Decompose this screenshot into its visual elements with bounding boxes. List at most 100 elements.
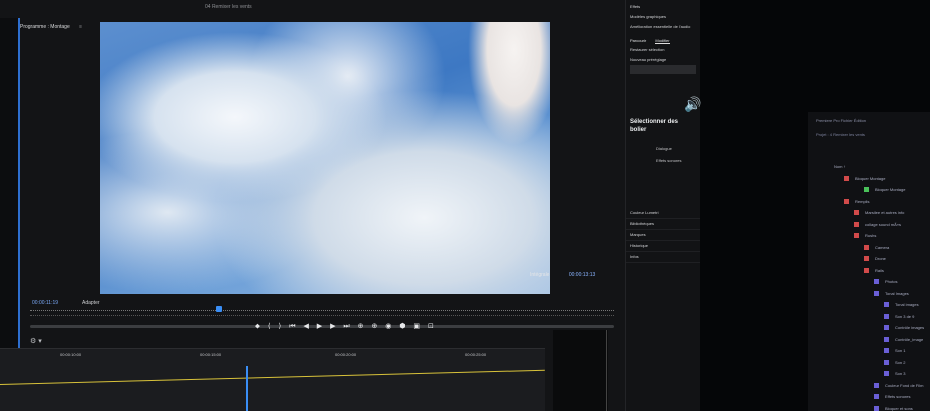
audio-header[interactable]: Amélioration essentielle de l'audio bbox=[626, 22, 700, 32]
current-timecode[interactable]: 00:00:11:19 bbox=[32, 300, 58, 306]
label-color-swatch bbox=[874, 405, 879, 411]
select-type-text: Sélectionner des bolier bbox=[630, 118, 678, 134]
project-row[interactable]: Bloquer Montage bbox=[864, 187, 906, 193]
settings-icon[interactable]: ⚙ ▾ bbox=[30, 337, 42, 345]
project-row[interactable]: Son 3 bbox=[884, 371, 906, 377]
project-row[interactable]: Marsilee et autres info bbox=[854, 210, 904, 216]
label-color-swatch bbox=[864, 187, 869, 193]
timeline-playhead[interactable] bbox=[246, 366, 248, 411]
playhead-marker[interactable] bbox=[216, 306, 222, 312]
second-monitor-title: Premiere Pro Fichier Édition bbox=[816, 118, 867, 123]
label-color-swatch bbox=[864, 267, 869, 273]
project-row-label: Nom ↑ bbox=[834, 164, 846, 169]
project-row-label: Contrôle images bbox=[895, 325, 925, 330]
project-row-label: Bloquer Montage bbox=[855, 175, 886, 181]
project-row[interactable]: Bloquer Montage bbox=[844, 176, 885, 181]
project-row[interactable]: Effets sonores bbox=[874, 394, 911, 400]
label-color-swatch bbox=[884, 359, 889, 365]
project-row[interactable]: Camera bbox=[864, 245, 889, 250]
label-color-swatch bbox=[854, 221, 859, 227]
project-row[interactable]: Tonal images bbox=[884, 302, 919, 308]
project-row-label: Tonal images bbox=[895, 302, 919, 307]
project-row-label: Drone bbox=[875, 256, 886, 261]
select-type-line: Sélectionner des bbox=[630, 119, 679, 125]
sfx-option[interactable]: Effets sonores bbox=[656, 158, 682, 163]
program-viewer[interactable] bbox=[100, 22, 550, 294]
fit-dropdown[interactable]: Intégrale bbox=[530, 272, 549, 278]
label-color-swatch bbox=[874, 382, 879, 388]
panel-sections: Couleur Lumetri Bibliothèques Marques Hi… bbox=[626, 208, 700, 263]
premiere-screen: 04 Remixer les vents Programme : Montage… bbox=[0, 0, 700, 411]
label-color-swatch bbox=[864, 244, 869, 250]
section-markers[interactable]: Marques bbox=[626, 230, 700, 241]
section-history[interactable]: Historique bbox=[626, 241, 700, 252]
project-row[interactable]: Son 2 bbox=[884, 360, 905, 365]
label-color-swatch bbox=[884, 302, 889, 308]
resolution-dropdown[interactable]: Adapter bbox=[82, 300, 100, 306]
section-libraries[interactable]: Bibliothèques bbox=[626, 219, 700, 230]
project-row[interactable]: Rails bbox=[864, 268, 884, 273]
second-monitor: Premiere Pro Fichier Édition Projet : 4 … bbox=[808, 112, 930, 411]
label-color-swatch bbox=[874, 394, 879, 400]
project-row[interactable]: Bloquer et sons bbox=[874, 406, 913, 411]
project-row-label: Couleur Fond de Film bbox=[885, 382, 924, 388]
project-row[interactable]: Son 3 de 9 bbox=[884, 314, 914, 319]
project-row[interactable]: Drone bbox=[864, 256, 886, 262]
timeline-time: 00:00:25:00 bbox=[465, 352, 487, 357]
right-panel: Effets Modèles graphiques Amélioration e… bbox=[625, 0, 700, 411]
project-row[interactable]: Rushs bbox=[854, 233, 876, 239]
section-info[interactable]: Infos bbox=[626, 252, 700, 263]
select-type-line: bolier bbox=[630, 127, 647, 133]
project-row-label: collage sound mÃ»s bbox=[865, 221, 902, 227]
label-color-swatch bbox=[884, 371, 889, 377]
project-row[interactable]: collage sound mÃ»s bbox=[854, 222, 901, 227]
program-monitor-tab[interactable]: Programme : Montage ≡ bbox=[20, 24, 82, 30]
label-color-swatch bbox=[874, 290, 879, 296]
project-row-label: Son 1 bbox=[895, 348, 906, 353]
timeline-time: 00:00:20:00 bbox=[335, 352, 357, 357]
graphics-header[interactable]: Modèles graphiques bbox=[626, 12, 700, 22]
panel-tabs: Parcourir Modifier bbox=[630, 38, 678, 44]
new-preset[interactable]: Nouveau préréglage bbox=[626, 55, 666, 65]
project-row[interactable]: Tonal Images bbox=[874, 291, 909, 296]
preset-dropdown[interactable] bbox=[630, 65, 696, 74]
project-panel-edge[interactable] bbox=[0, 18, 20, 348]
project-row-label: Son 3 de 9 bbox=[895, 313, 915, 319]
dialogue-option[interactable]: Dialogue bbox=[656, 146, 672, 151]
project-row[interactable]: Photos bbox=[874, 279, 897, 285]
label-color-swatch bbox=[874, 279, 879, 285]
label-color-swatch bbox=[844, 175, 849, 181]
project-tab[interactable]: Projet : 4 Remixer les vents bbox=[816, 132, 865, 137]
panel-menu-icon[interactable]: ≡ bbox=[79, 24, 82, 30]
time-ruler[interactable] bbox=[30, 310, 614, 316]
restore-selection[interactable]: Restaurer sélection bbox=[626, 45, 666, 55]
label-color-swatch bbox=[884, 313, 889, 319]
audio-meter-scale bbox=[606, 330, 617, 411]
tab-edit[interactable]: Modifier bbox=[655, 38, 670, 44]
effects-header[interactable]: Effets bbox=[626, 2, 700, 12]
label-color-swatch bbox=[844, 198, 849, 204]
label-color-swatch bbox=[854, 210, 859, 216]
tab-browse[interactable]: Parcourir bbox=[630, 38, 646, 43]
project-row-label: Bloquer et sons bbox=[885, 405, 913, 411]
project-row[interactable]: Remplis bbox=[844, 199, 869, 204]
project-row-label: Rails bbox=[875, 267, 884, 273]
project-row[interactable]: Nom ↑ bbox=[834, 164, 846, 169]
audio-meter bbox=[553, 330, 608, 411]
project-row-label: Remplis bbox=[855, 198, 870, 204]
speaker-icon: 🔊 bbox=[684, 96, 702, 112]
project-row[interactable]: Contrôle_image bbox=[884, 337, 923, 342]
timeline-panel[interactable] bbox=[0, 348, 545, 411]
video-subject bbox=[460, 22, 550, 162]
project-row[interactable]: Son 1 bbox=[884, 348, 906, 354]
transport-controls[interactable]: ⬥ ⟨ ⟩ ⏮ ◀ ▶ ▶ ⏭ ⊕ ⊕ ◉ ⬢ ▣ ⊡ bbox=[255, 322, 437, 331]
section-lumetri[interactable]: Couleur Lumetri bbox=[626, 208, 700, 219]
timeline-time: 00:00:15:00 bbox=[200, 352, 222, 357]
project-row-label: Camera bbox=[875, 244, 890, 250]
project-row[interactable]: Contrôle images bbox=[884, 325, 925, 331]
project-row-label: Son 3 bbox=[895, 371, 906, 376]
viewer-controls: Intégrale 00:00:13:13 bbox=[530, 272, 595, 278]
duration-timecode: 00:00:13:13 bbox=[568, 272, 596, 278]
project-row[interactable]: Couleur Fond de Film bbox=[874, 383, 923, 388]
project-row-label: Bloquer Montage bbox=[875, 187, 906, 192]
